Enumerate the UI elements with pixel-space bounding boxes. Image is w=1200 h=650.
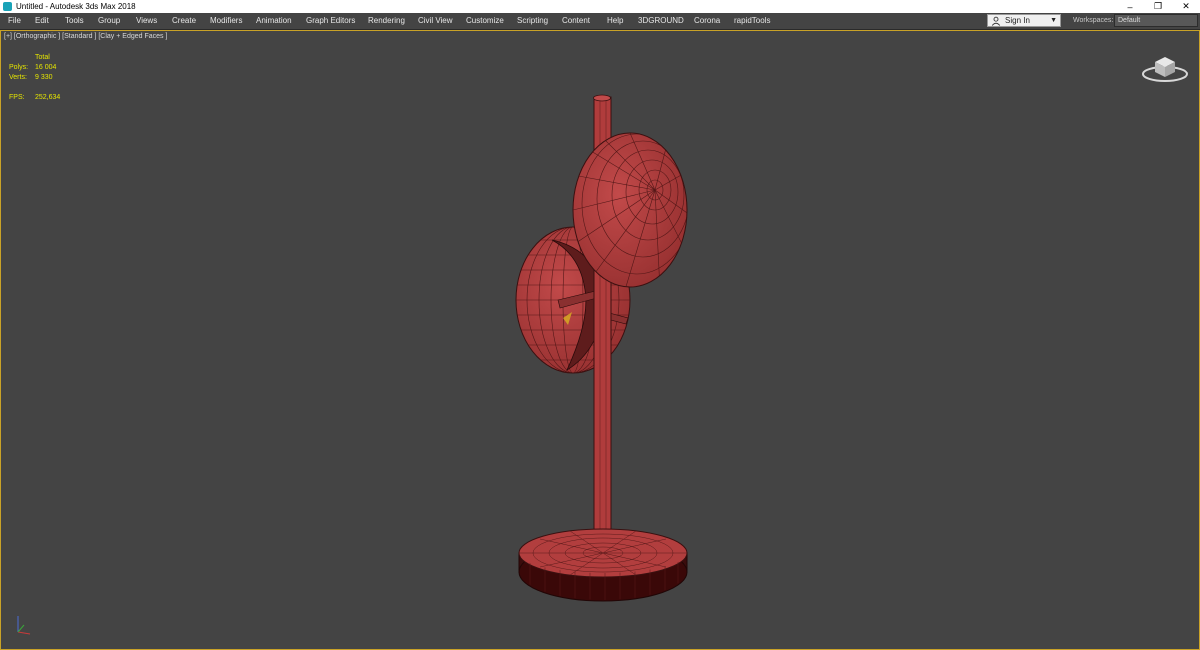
menu-animation[interactable]: Animation [256, 16, 292, 25]
axis-tripod-icon [17, 616, 31, 635]
close-button[interactable]: ✕ [1172, 0, 1200, 13]
menu-tools[interactable]: Tools [65, 16, 84, 25]
viewcube-icon[interactable] [1140, 48, 1190, 84]
workspace-select[interactable]: Default [1114, 14, 1198, 27]
viewport[interactable] [0, 30, 1200, 650]
user-icon [991, 16, 1001, 26]
window-title: Untitled - Autodesk 3ds Max 2018 [16, 2, 136, 11]
minimize-button[interactable]: – [1116, 0, 1144, 13]
menu-group[interactable]: Group [98, 16, 120, 25]
title-bar: Untitled - Autodesk 3ds Max 2018 – ❐ ✕ [0, 0, 1200, 13]
app-icon [3, 2, 12, 11]
stats-fps-label: FPS: [9, 94, 25, 101]
menu-create[interactable]: Create [172, 16, 196, 25]
menu-modifiers[interactable]: Modifiers [210, 16, 242, 25]
menu-edit[interactable]: Edit [35, 16, 49, 25]
stats-verts-value: 9 330 [35, 74, 53, 81]
menu-civil-view[interactable]: Civil View [418, 16, 453, 25]
menu-graph-editors[interactable]: Graph Editors [306, 16, 355, 25]
restore-button[interactable]: ❐ [1144, 0, 1172, 13]
stats-polys-value: 16 004 [35, 64, 57, 71]
menu-content[interactable]: Content [562, 16, 590, 25]
menu-rapidtools[interactable]: rapidTools [734, 16, 770, 25]
menu-customize[interactable]: Customize [466, 16, 504, 25]
sign-in-dropdown[interactable]: Sign In ▼ [987, 14, 1061, 27]
stats-verts-label: Verts: [9, 74, 27, 81]
workspace-value: Default [1118, 17, 1141, 24]
menu-views[interactable]: Views [136, 16, 157, 25]
chevron-down-icon: ▼ [1050, 17, 1057, 24]
stats-fps-value: 252,634 [35, 94, 61, 101]
menu-corona[interactable]: Corona [694, 16, 720, 25]
menu-3dground[interactable]: 3DGROUND [638, 16, 684, 25]
stats-polys-label: Polys: [9, 64, 29, 71]
viewport-label[interactable]: [+] [Orthographic ] [Standard ] [Clay + … [4, 33, 167, 40]
sign-in-label: Sign In [1005, 16, 1030, 25]
menu-rendering[interactable]: Rendering [368, 16, 405, 25]
stats-total-label: Total [35, 54, 50, 61]
menu-scripting[interactable]: Scripting [517, 16, 548, 25]
menu-help[interactable]: Help [607, 16, 623, 25]
workspaces-label: Workspaces: [1073, 17, 1114, 24]
menu-file[interactable]: File [8, 16, 21, 25]
